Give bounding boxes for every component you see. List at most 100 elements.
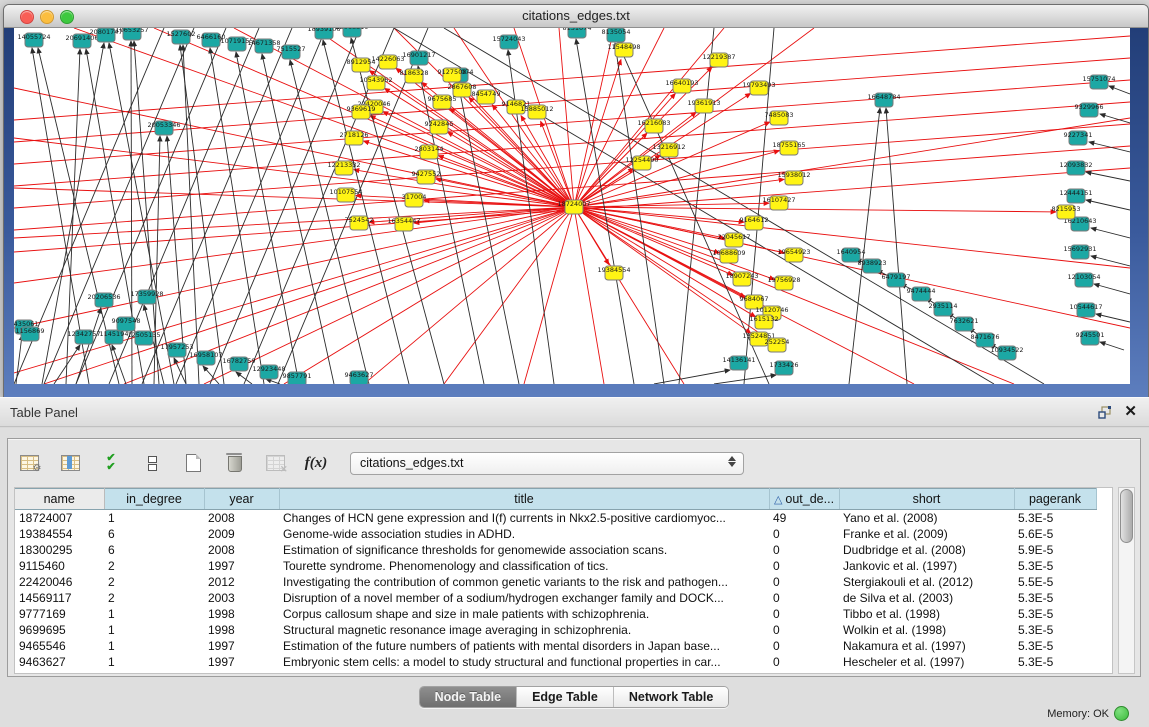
table-row[interactable]: 2242004622012Investigating the contribut… [15,574,1096,590]
graph-node[interactable]: 11548498 [607,43,640,57]
table-row[interactable]: 977716911998Corpus callosum shape and si… [15,606,1096,622]
table-cell[interactable]: 1998 [204,606,279,622]
table-cell[interactable]: 0 [769,654,839,670]
graph-node[interactable]: 16648784 [867,93,900,107]
table-cell[interactable]: 5.5E-5 [1014,574,1096,590]
table-select-dropdown[interactable]: citations_edges.txt [350,452,744,475]
table-cell[interactable]: Yano et al. (2008) [839,510,1014,527]
graph-node[interactable]: 20206536 [87,293,120,307]
graph-node[interactable]: 9329966 [1075,103,1104,117]
graph-node[interactable]: 8131074 [563,28,592,38]
table-cell[interactable]: 2008 [204,510,279,527]
table-row[interactable]: 946554611997Estimation of the future num… [15,638,1096,654]
column-header-title[interactable]: title [279,489,769,510]
table-cell[interactable]: 0 [769,542,839,558]
graph-node[interactable]: 8135054 [602,28,631,42]
table-row[interactable]: 1872400712008Changes of HCN gene express… [15,510,1096,527]
table-cell[interactable]: 0 [769,574,839,590]
graph-node[interactable]: 7632621 [950,317,979,331]
table-cell[interactable]: 5.6E-5 [1014,526,1096,542]
memory-status-icon[interactable] [1114,706,1129,721]
table-cell[interactable]: 5.3E-5 [1014,606,1096,622]
table-cell[interactable]: Hescheler et al. (1997) [839,654,1014,670]
table-cell[interactable]: Estimation of significance thresholds fo… [279,542,769,558]
table-cell[interactable]: 5.9E-5 [1014,542,1096,558]
graph-node[interactable]: 15692931 [1063,245,1096,259]
column-header-indegree[interactable]: in_degree [104,489,204,510]
table-cell[interactable]: 0 [769,622,839,638]
table-cell[interactable]: 0 [769,606,839,622]
graph-node[interactable]: 12444151 [1059,189,1092,203]
table-cell[interactable]: 1997 [204,654,279,670]
graph-node[interactable]: 7485083 [765,111,794,125]
graph-node[interactable]: 18907243 [725,272,758,286]
table-cell[interactable]: de Silva et al. (2003) [839,590,1014,606]
table-cell[interactable]: 18724007 [15,510,104,527]
table-cell[interactable]: Embryonic stem cells: a model to study s… [279,654,769,670]
graph-node[interactable]: 9463627 [345,371,374,384]
graph-node[interactable]: 317004 [402,193,427,207]
table-cell[interactable]: Tibbo et al. (1998) [839,606,1014,622]
table-cell[interactable]: 2 [104,574,204,590]
graph-node[interactable]: 7524542 [345,216,374,230]
table-cell[interactable]: 14569117 [15,590,104,606]
table-cell[interactable]: Corpus callosum shape and size in male p… [279,606,769,622]
column-header-pagerank[interactable]: pagerank [1014,489,1096,510]
graph-node[interactable]: 1733426 [770,361,799,375]
table-cell[interactable]: 2012 [204,574,279,590]
table-cell[interactable]: 2 [104,558,204,574]
table-cell[interactable]: 5.3E-5 [1014,654,1096,670]
table-cell[interactable]: 1997 [204,558,279,574]
select-all-button[interactable]: ✔✔ [98,450,124,476]
graph-node[interactable]: 1615132 [750,315,779,329]
table-row[interactable]: 1938455462009Genome-wide association stu… [15,526,1096,542]
graph-node[interactable]: 19756928 [767,276,800,290]
graph-node[interactable]: 9242845 [425,120,454,134]
graph-node[interactable]: 14226063 [371,55,404,69]
table-cell[interactable]: 5.3E-5 [1014,622,1096,638]
table-cell[interactable]: Changes of HCN gene expression and I(f) … [279,510,769,527]
graph-node[interactable]: 2935114 [929,302,958,316]
float-window-icon[interactable] [1098,406,1113,419]
table-cell[interactable]: 18300295 [15,542,104,558]
table-cell[interactable]: 0 [769,526,839,542]
table-cell[interactable]: 1 [104,510,204,527]
table-cell[interactable]: 49 [769,510,839,527]
table-cell[interactable]: 5.3E-5 [1014,510,1096,527]
new-column-button[interactable] [180,450,206,476]
table-cell[interactable]: 9777169 [15,606,104,622]
table-cell[interactable]: Genome-wide association studies in ADHD. [279,526,769,542]
table-cell[interactable]: Stergiakouli et al. (2012) [839,574,1014,590]
table-cell[interactable]: 19384554 [15,526,104,542]
graph-node[interactable]: 12213332 [327,161,360,175]
table-cell[interactable]: 2009 [204,526,279,542]
graph-node[interactable]: 14055724 [17,33,50,47]
graph-node[interactable]: 19654923 [777,248,810,262]
graph-node[interactable]: 16958107 [189,351,222,365]
graph-node[interactable]: 10934522 [990,346,1023,360]
table-cell[interactable]: 9699695 [15,622,104,638]
table-cell[interactable]: Dudbridge et al. (2008) [839,542,1014,558]
graph-node[interactable]: 9474444 [907,287,936,301]
table-cell[interactable]: Wolkin et al. (1998) [839,622,1014,638]
graph-node[interactable]: 8186328 [400,69,429,83]
table-cell[interactable]: 0 [769,638,839,654]
graph-node[interactable]: 9227341 [1064,131,1093,145]
window-titlebar[interactable]: citations_edges.txt [4,5,1148,28]
table-cell[interactable]: 22420046 [15,574,104,590]
table-cell[interactable]: Nakamura et al. (1997) [839,638,1014,654]
table-cell[interactable]: Disruption of a novel member of a sodium… [279,590,769,606]
table-cell[interactable]: 2008 [204,542,279,558]
graph-node[interactable]: 18755165 [772,141,805,155]
graph-node[interactable]: 12219387 [702,53,735,67]
column-header-name[interactable]: name [15,489,104,510]
table-cell[interactable]: 9115460 [15,558,104,574]
table-cell[interactable]: Structural magnetic resonance image aver… [279,622,769,638]
graph-node[interactable]: 6479197 [882,273,911,287]
graph-node[interactable]: 8471676 [971,333,1000,347]
table-cell[interactable]: 1997 [204,638,279,654]
table-cell[interactable]: Tourette syndrome. Phenomenology and cla… [279,558,769,574]
table-cell[interactable]: 6 [104,526,204,542]
table-cell[interactable]: 9463627 [15,654,104,670]
table-cell[interactable]: Investigating the contribution of common… [279,574,769,590]
